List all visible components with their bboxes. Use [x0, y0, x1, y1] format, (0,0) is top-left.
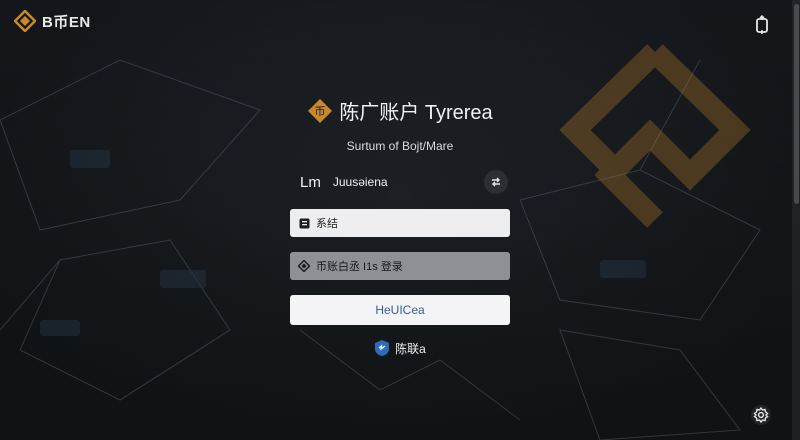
alternate-login-label: 陈联a [395, 341, 426, 356]
device-sync-icon[interactable] [754, 15, 770, 35]
coin-logo-icon [14, 10, 36, 32]
settings-icon[interactable] [750, 404, 772, 426]
user-abbreviation: Lm [300, 173, 321, 191]
account-field[interactable]: 系结 [290, 209, 510, 237]
submit-button-label: HeUICea [375, 303, 425, 317]
account-field-label: 系结 [316, 218, 338, 230]
background-logo-icon [559, 44, 751, 228]
login-option-field[interactable]: 币账白丞 I1s 登录 [290, 252, 510, 280]
login-option-label: 币账白丞 I1s 登录 [316, 261, 403, 273]
switch-icon [492, 177, 500, 187]
user-name: Juusəiena [332, 175, 388, 189]
current-user-row: Lm Juusəiena [290, 169, 510, 195]
login-panel: 币 陈广账户 Tyrerea Surtum of Bojt/Mare Lm Ju… [290, 96, 510, 357]
shield-icon [375, 340, 390, 356]
coin-logo-icon: 币 [308, 98, 333, 123]
diamond-icon [298, 260, 310, 272]
alternate-login-link[interactable]: 陈联a [290, 339, 510, 357]
switch-account-button[interactable] [484, 170, 508, 194]
submit-button[interactable]: HeUICea [290, 295, 510, 325]
scrollbar[interactable] [792, 0, 800, 440]
brand-name: B币ЕN [42, 13, 91, 31]
login-title: 陈广账户 Tyrerea [339, 102, 493, 124]
login-subtitle: Surtum of Bojt/Mare [346, 139, 454, 153]
scrollbar-thumb[interactable] [794, 4, 799, 204]
id-card-icon [298, 217, 310, 229]
login-title-row: 币 陈广账户 Tyrerea [290, 96, 510, 125]
svg-text:币: 币 [315, 105, 326, 118]
brand[interactable]: B币ЕN [14, 10, 91, 32]
